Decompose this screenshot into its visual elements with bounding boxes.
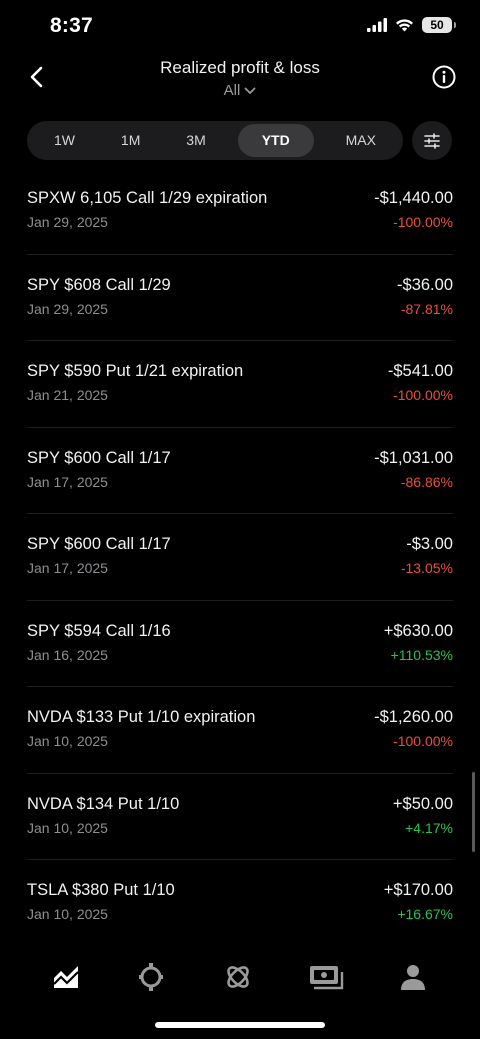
trade-date: Jan 17, 2025: [27, 560, 108, 576]
trade-row[interactable]: SPY $600 Call 1/17 Jan 17, 2025 -$3.00 -…: [27, 514, 453, 601]
trade-percent: -100.00%: [393, 387, 453, 403]
trade-name: SPY $600 Call 1/17: [27, 448, 171, 467]
trade-date: Jan 29, 2025: [27, 300, 108, 317]
trade-row[interactable]: NVDA $134 Put 1/10 Jan 10, 2025 +$50.00 …: [27, 774, 453, 860]
trade-row[interactable]: SPXW 6,105 Call 1/29 expiration Jan 29, …: [27, 168, 453, 255]
page-title: Realized profit & loss: [160, 58, 320, 77]
trade-date: Jan 21, 2025: [27, 387, 108, 403]
trade-percent: +16.67%: [397, 906, 453, 922]
investing-chart-icon: [53, 966, 79, 988]
tab-investing[interactable]: [46, 960, 86, 994]
trade-percent: -100.00%: [393, 733, 453, 749]
period-tab-1w[interactable]: 1W: [40, 124, 89, 157]
chevron-down-icon: [244, 87, 256, 94]
trade-row[interactable]: SPY $594 Call 1/16 Jan 16, 2025 +$630.00…: [27, 601, 453, 687]
info-icon[interactable]: [432, 65, 456, 89]
trade-amount: +$170.00: [383, 881, 453, 899]
account-filter-value: All: [223, 82, 241, 99]
account-filter-dropdown[interactable]: All: [0, 82, 480, 99]
tab-account[interactable]: [393, 960, 433, 994]
cash-card-icon: [310, 966, 344, 990]
signal-icon: [367, 18, 387, 32]
trade-amount: +$630.00: [383, 621, 453, 640]
trade-date: Jan 29, 2025: [27, 214, 108, 230]
trade-name: NVDA $133 Put 1/10 expiration: [27, 708, 256, 726]
trade-name: SPY $600 Call 1/17: [27, 535, 171, 553]
trade-amount: -$1,031.00: [374, 448, 453, 467]
trade-date: Jan 17, 2025: [27, 473, 108, 490]
period-selector: 1W 1M 3M YTD MAX: [27, 121, 403, 160]
trade-row[interactable]: SPY $608 Call 1/29 Jan 29, 2025 -$36.00 …: [27, 255, 453, 341]
strategies-icon: [227, 966, 249, 988]
trade-name: SPY $594 Call 1/16: [27, 621, 171, 640]
home-indicator: [155, 1022, 325, 1028]
trade-name: TSLA $380 Put 1/10: [27, 881, 175, 899]
crypto-icon: [139, 963, 163, 991]
trade-amount: -$36.00: [397, 275, 453, 294]
trade-amount: -$1,440.00: [374, 189, 453, 207]
trade-amount: +$50.00: [392, 794, 453, 813]
trade-amount: -$541.00: [387, 362, 453, 380]
trade-row[interactable]: NVDA $133 Put 1/10 expiration Jan 10, 20…: [27, 687, 453, 774]
tab-cash[interactable]: [306, 960, 346, 994]
trade-date: Jan 16, 2025: [27, 646, 108, 663]
trade-amount: -$1,260.00: [374, 708, 453, 726]
trade-percent: +4.17%: [405, 819, 453, 836]
trade-percent: +110.53%: [390, 646, 453, 663]
trade-date: Jan 10, 2025: [27, 733, 108, 749]
trade-percent: -13.05%: [400, 560, 453, 576]
status-bar: 8:37 50: [0, 0, 480, 54]
tab-crypto[interactable]: [131, 960, 171, 994]
trade-amount: -$3.00: [406, 535, 453, 553]
trade-row[interactable]: TSLA $380 Put 1/10 Jan 10, 2025 +$170.00…: [27, 860, 453, 947]
trade-name: SPXW 6,105 Call 1/29 expiration: [27, 189, 268, 207]
trade-date: Jan 10, 2025: [27, 906, 108, 922]
status-icons: 50: [367, 17, 456, 33]
trade-date: Jan 10, 2025: [27, 819, 108, 836]
sliders-icon: [424, 132, 440, 149]
period-tab-3m[interactable]: 3M: [172, 124, 219, 157]
period-tab-ytd[interactable]: YTD: [237, 124, 314, 157]
trade-name: NVDA $134 Put 1/10: [27, 794, 180, 813]
tab-strategies[interactable]: [218, 960, 258, 994]
trade-name: SPY $608 Call 1/29: [27, 275, 171, 294]
trade-list: SPXW 6,105 Call 1/29 expiration Jan 29, …: [27, 168, 453, 947]
account-person-icon: [401, 965, 425, 990]
trade-percent: -86.86%: [400, 473, 453, 490]
period-tab-1m[interactable]: 1M: [107, 124, 154, 157]
wifi-icon: [396, 19, 413, 32]
trade-row[interactable]: SPY $600 Call 1/17 Jan 17, 2025 -$1,031.…: [27, 428, 453, 514]
trade-row[interactable]: SPY $590 Put 1/21 expiration Jan 21, 202…: [27, 341, 453, 428]
trade-name: SPY $590 Put 1/21 expiration: [27, 362, 244, 380]
status-time: 8:37: [50, 14, 93, 37]
trade-percent: -87.81%: [400, 300, 453, 317]
trade-percent: -100.00%: [393, 214, 453, 230]
battery-icon: 50: [422, 17, 456, 33]
header: Realized profit & loss All: [0, 54, 480, 114]
period-tab-max[interactable]: MAX: [332, 124, 390, 157]
scrollbar[interactable]: [472, 772, 475, 852]
filter-button[interactable]: [412, 121, 452, 160]
